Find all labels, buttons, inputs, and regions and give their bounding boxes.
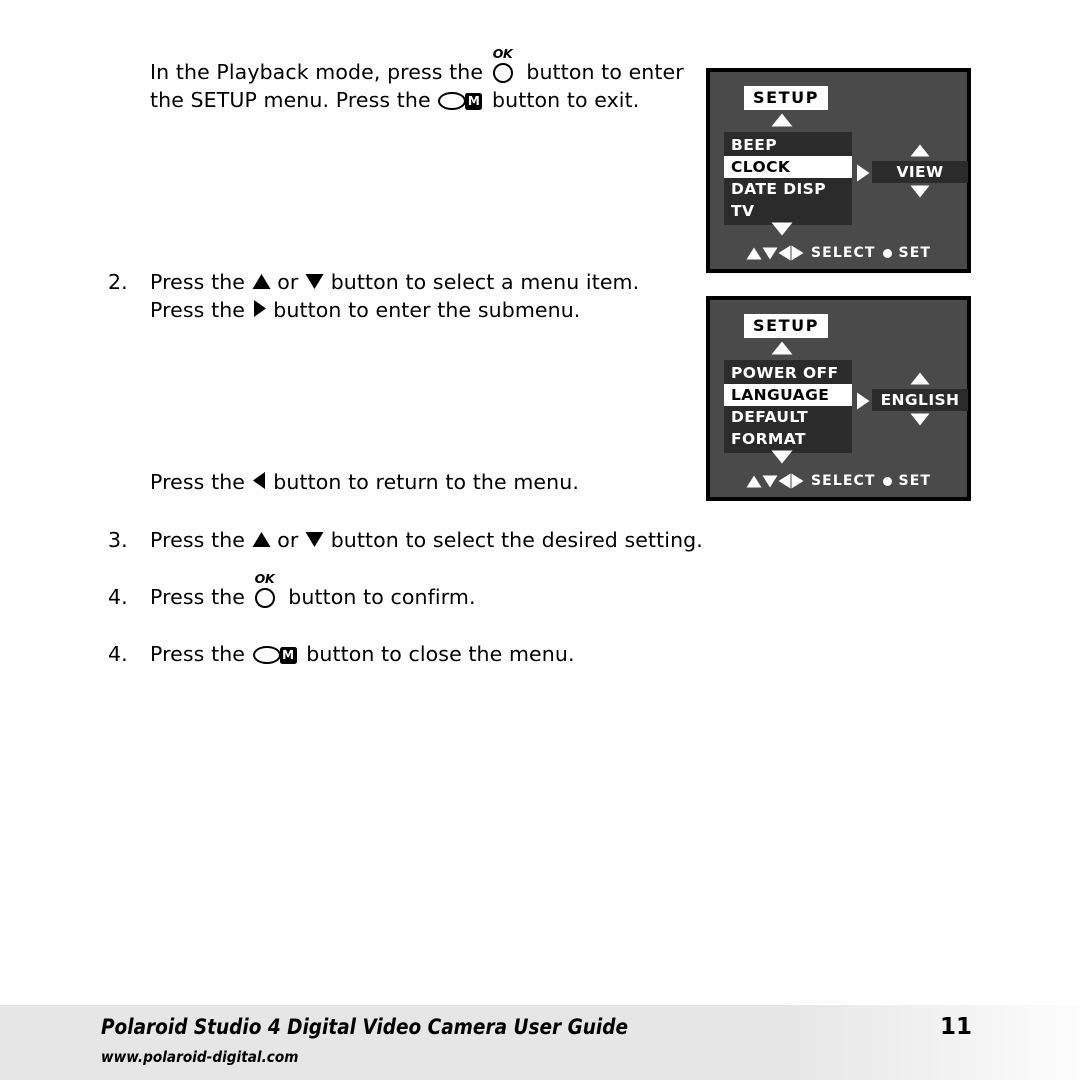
intro-text-1: In the Playback mode, press the	[150, 60, 484, 84]
menu-button-ellipse	[438, 92, 467, 110]
ok-button-circle	[254, 588, 275, 608]
dpad-right-icon	[791, 245, 804, 261]
lcd-screen-setup-language: SETUP POWER OFF LANGUAGE DEFAULT FORMAT …	[706, 296, 971, 501]
step-text: In the Playback mode, press the OK butto…	[150, 47, 684, 114]
step-number: 2.	[108, 270, 128, 294]
submenu-pointer-right-icon	[856, 392, 870, 410]
submenu-down-triangle-icon	[910, 413, 930, 426]
lcd-menu-item[interactable]: DEFAULT	[724, 406, 852, 428]
submenu-up-triangle-icon	[910, 372, 930, 385]
triangle-up-icon	[252, 531, 271, 548]
step-3: 3. Press the or button to select the des…	[104, 526, 824, 554]
lcd-menu-item[interactable]: DATE DISP	[724, 178, 852, 200]
step-number: 3.	[108, 528, 128, 552]
ok-button-icon: OK	[254, 572, 280, 611]
step-number	[104, 58, 150, 114]
step-2: 2. Press the or button to select a menu …	[104, 268, 684, 324]
menu-button-ellipse	[252, 646, 281, 664]
scroll-up-triangle-icon	[771, 113, 793, 127]
triangle-up-icon	[252, 273, 271, 290]
step2-text-1: Press the	[150, 270, 246, 294]
dpad-down-icon	[762, 247, 778, 260]
triangle-down-icon	[305, 273, 324, 290]
step-number: 4.	[108, 585, 128, 609]
lcd-title-badge: SETUP	[744, 314, 829, 338]
step-intro: In the Playback mode, press the OK butto…	[104, 47, 684, 114]
step4b-text-1: Press the	[150, 642, 246, 666]
step-number	[104, 468, 150, 496]
dpad-up-icon	[746, 475, 762, 488]
lcd-submenu: VIEW	[872, 142, 968, 202]
lcd-status-bar: SELECT SET	[710, 473, 967, 489]
step-text: Press the or button to select a menu ite…	[150, 268, 684, 324]
lcd-title-badge: SETUP	[744, 86, 829, 110]
menu-button-icon: M	[252, 644, 299, 666]
dpad-down-icon	[762, 475, 778, 488]
step4b-text-2: button to close the menu.	[306, 642, 575, 666]
lcd-menu-item[interactable]: BEEP	[724, 134, 852, 156]
ok-button-label: OK	[492, 46, 513, 61]
step-4-close-menu: 4. Press the M button to close the menu.	[104, 640, 824, 668]
intro-text-3: button to exit.	[492, 88, 640, 112]
page-footer: Polaroid Studio 4 Digital Video Camera U…	[0, 1005, 1080, 1080]
menu-button-m-label: M	[465, 93, 483, 110]
menu-button-icon: M	[438, 90, 484, 112]
lcd-screen-setup-clock: SETUP BEEP CLOCK DATE DISP TV VIEW SELEC…	[706, 68, 971, 273]
menu-button-m-label: M	[279, 647, 297, 664]
scroll-down-triangle-icon	[771, 222, 793, 236]
lcd-menu-list: POWER OFF LANGUAGE DEFAULT FORMAT	[724, 360, 852, 453]
set-dot-icon	[882, 248, 892, 258]
dpad-icons	[746, 473, 804, 489]
lcd-select-label: SELECT	[810, 245, 876, 261]
scroll-up-triangle-icon	[771, 341, 793, 355]
step4a-text-1: Press the	[150, 585, 246, 609]
triangle-right-icon	[252, 299, 267, 318]
step-text: Press the OK button to confirm.	[150, 572, 824, 611]
step2-text-4: button to enter the submenu.	[273, 298, 581, 322]
page-number: 11	[940, 1014, 973, 1040]
step-text: Press the M button to close the menu.	[150, 640, 824, 668]
dpad-left-icon	[778, 245, 791, 261]
lcd-menu-item[interactable]: TV	[724, 200, 852, 222]
step3-text-1: Press the	[150, 528, 246, 552]
lcd-submenu: ENGLISH	[872, 370, 968, 430]
lcd-submenu-value[interactable]: VIEW	[872, 161, 968, 183]
submenu-down-triangle-icon	[910, 185, 930, 198]
manual-page: In the Playback mode, press the OK butto…	[0, 0, 1080, 1080]
set-dot-icon	[882, 476, 892, 486]
scroll-down-triangle-icon	[771, 450, 793, 464]
step-text: Press the or button to select the desire…	[150, 526, 824, 554]
step-number: 4.	[108, 642, 128, 666]
lcd-menu-item-selected[interactable]: LANGUAGE	[724, 384, 852, 406]
ok-button-icon: OK	[492, 47, 518, 86]
step2-text-2: or	[277, 270, 299, 294]
lcd-set-label: SET	[898, 245, 932, 261]
lcd-menu-item[interactable]: FORMAT	[724, 428, 852, 450]
step4a-text-2: button to confirm.	[288, 585, 476, 609]
dpad-icons	[746, 245, 804, 261]
step-4-confirm: 4. Press the OK button to confirm.	[104, 572, 824, 611]
submenu-pointer-right-icon	[856, 164, 870, 182]
lcd-menu-list: BEEP CLOCK DATE DISP TV	[724, 132, 852, 225]
triangle-left-icon	[252, 471, 267, 490]
back-text-1: Press the	[150, 470, 246, 494]
lcd-select-label: SELECT	[810, 473, 876, 489]
lcd-status-bar: SELECT SET	[710, 245, 967, 261]
back-text-2: button to return to the menu.	[273, 470, 579, 494]
footer-url: www.polaroid-digital.com	[101, 1048, 299, 1066]
lcd-menu-item-selected[interactable]: CLOCK	[724, 156, 852, 178]
dpad-left-icon	[778, 473, 791, 489]
ok-button-label: OK	[254, 571, 275, 586]
lcd-set-label: SET	[898, 473, 932, 489]
step3-text-2: or	[277, 528, 299, 552]
lcd-menu-item[interactable]: POWER OFF	[724, 362, 852, 384]
submenu-up-triangle-icon	[910, 144, 930, 157]
step3-text-3: button to select the desired setting.	[330, 528, 703, 552]
dpad-right-icon	[791, 473, 804, 489]
lcd-submenu-value[interactable]: ENGLISH	[872, 389, 968, 411]
ok-button-circle	[492, 63, 513, 83]
triangle-down-icon	[305, 531, 324, 548]
footer-title: Polaroid Studio 4 Digital Video Camera U…	[101, 1015, 628, 1039]
dpad-up-icon	[746, 247, 762, 260]
